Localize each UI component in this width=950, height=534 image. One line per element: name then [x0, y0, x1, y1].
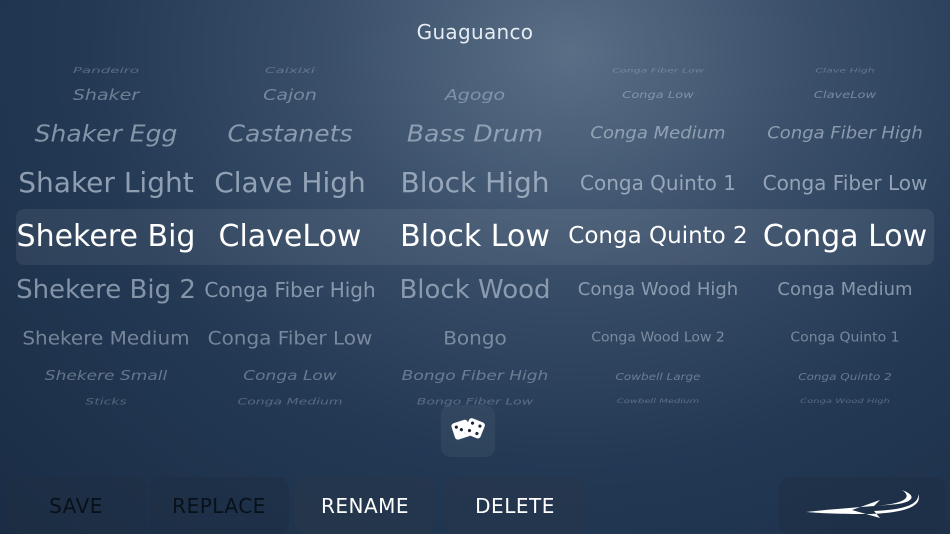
picker-item[interactable]: Conga Low: [566, 90, 750, 100]
picker-item[interactable]: Clave High: [752, 68, 938, 74]
picker-item[interactable]: Conga Quinto 1: [566, 173, 750, 193]
picker-item[interactable]: Conga Fiber High: [752, 125, 938, 142]
picker-item[interactable]: Shekere Big 2: [14, 277, 198, 303]
picker-item[interactable]: Conga Wood High: [566, 280, 750, 299]
picker-item[interactable]: Conga Medium: [752, 280, 938, 299]
picker-item[interactable]: Block High: [385, 168, 565, 197]
picker-selected-item[interactable]: Block Low: [385, 221, 565, 252]
picker-item[interactable]: ClaveLow: [752, 90, 938, 100]
picker-item[interactable]: Bass Drum: [385, 122, 565, 145]
picker-item[interactable]: Shaker Egg: [14, 122, 198, 145]
picker-selected-item[interactable]: Shekere Big: [14, 221, 198, 252]
picker-wheel-1[interactable]: Pandeiro Shaker Shaker Egg Shaker Light Shek…: [14, 48, 198, 416]
picker-selected-item[interactable]: Conga Low: [752, 221, 938, 252]
picker-item[interactable]: Shekere Medium: [14, 328, 198, 346]
swoosh-arrow-icon: [802, 486, 922, 526]
picker-item[interactable]: Shekere Small: [14, 369, 198, 384]
save-button[interactable]: SAVE: [6, 477, 146, 534]
preset-title: Guaguanco: [416, 20, 534, 44]
picker-item[interactable]: Agogo: [385, 88, 565, 103]
picker-selected-item[interactable]: Conga Quinto 2: [566, 225, 750, 248]
picker-wheel-5[interactable]: Clave High ClaveLow Conga Fiber High Conga …: [752, 48, 938, 416]
dice-icon: [451, 415, 485, 447]
picker-item[interactable]: Bongo: [385, 328, 565, 346]
picker-item[interactable]: Sticks: [14, 397, 198, 405]
picker-item[interactable]: Conga Fiber Low: [566, 68, 750, 74]
picker-item[interactable]: Cajon: [200, 88, 380, 103]
picker-item[interactable]: Clave High: [200, 168, 380, 197]
picker-item[interactable]: Conga Quinto 1: [752, 331, 938, 344]
picker-item[interactable]: Shaker Light: [14, 168, 198, 197]
picker-item[interactable]: Castanets: [200, 122, 380, 145]
picker-item[interactable]: Conga Quinto 2: [752, 372, 938, 382]
picker-wheel-3[interactable]: Agogo Bass Drum Block High Block Low Block W…: [385, 48, 565, 416]
picker-item[interactable]: Conga Fiber Low: [200, 328, 380, 346]
randomize-button[interactable]: [441, 405, 495, 457]
delete-button[interactable]: DELETE: [444, 477, 586, 534]
picker-item[interactable]: Conga Fiber Low: [752, 173, 938, 193]
rename-button[interactable]: RENAME: [294, 477, 436, 534]
instrument-picker[interactable]: Pandeiro Shaker Shaker Egg Shaker Light Shek…: [0, 48, 950, 416]
picker-item[interactable]: Conga Wood Low 2: [566, 331, 750, 344]
picker-selected-item[interactable]: ClaveLow: [200, 221, 380, 252]
picker-wheel-4[interactable]: Conga Fiber Low Conga Low Conga Medium Cong…: [566, 48, 750, 416]
picker-item[interactable]: Conga Low: [200, 369, 380, 384]
picker-item[interactable]: Caixixi: [200, 66, 380, 74]
picker-item[interactable]: Cowbell Large: [566, 372, 750, 382]
picker-item[interactable]: Conga Medium: [566, 125, 750, 142]
picker-item[interactable]: Cowbell Medium: [566, 398, 750, 405]
replace-button[interactable]: REPLACE: [149, 477, 289, 534]
picker-item[interactable]: Conga Wood High: [752, 398, 938, 405]
picker-item[interactable]: Pandeiro: [14, 66, 198, 74]
picker-item[interactable]: Block Wood: [385, 277, 565, 303]
picker-item[interactable]: Shaker: [14, 88, 198, 103]
picker-wheel-2[interactable]: Caixixi Cajon Castanets Clave High ClaveLow C…: [200, 48, 380, 416]
back-button[interactable]: [779, 477, 945, 534]
picker-item[interactable]: Conga Medium: [200, 397, 380, 405]
picker-item[interactable]: Bongo Fiber High: [385, 369, 565, 384]
picker-item[interactable]: Conga Fiber High: [200, 280, 380, 300]
